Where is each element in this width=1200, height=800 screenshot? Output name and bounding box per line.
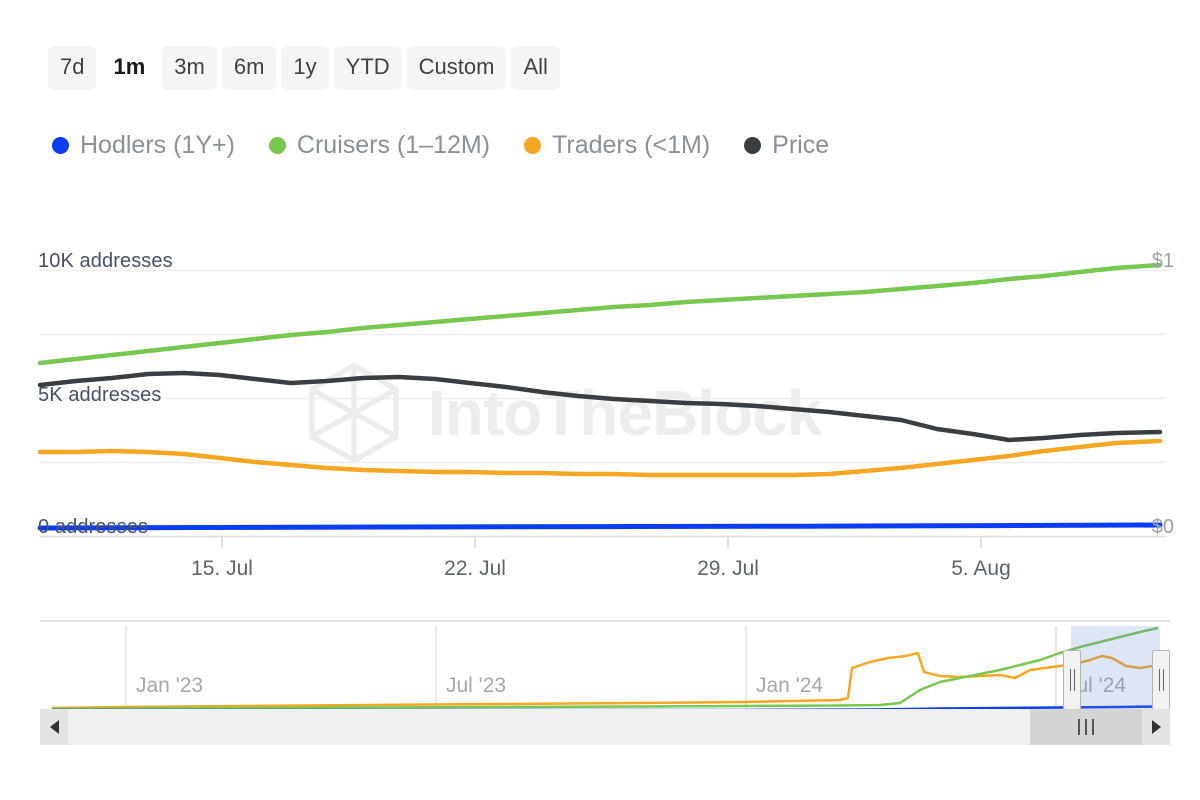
series-line-traders <box>40 441 1160 475</box>
x-axis-tick-22-jul: 22. Jul <box>444 557 506 581</box>
navigator-tick-jul-23: Jul '23 <box>446 674 506 698</box>
y-axis-label-10k: 10K addresses <box>38 250 173 273</box>
range-navigator[interactable]: Jan '23 Jul '23 Jan '24 Jul '24 <box>40 620 1170 712</box>
chart-app: 7d 1m 3m 6m 1y YTD Custom All Hodlers (1… <box>0 0 1200 800</box>
y2-axis-label-1: $1 <box>1152 250 1174 273</box>
y2-axis-label-0: $0 <box>1152 516 1174 539</box>
navigator-tick-jan-24: Jan '24 <box>756 674 823 698</box>
chevron-right-icon <box>1152 720 1161 734</box>
y-axis-label-5k: 5K addresses <box>38 384 162 407</box>
chevron-left-icon <box>50 720 59 734</box>
series-line-price <box>40 373 1160 440</box>
series-line-hodlers <box>40 525 1160 528</box>
series-line-cruisers <box>40 265 1160 363</box>
navigator-chart <box>40 620 1170 712</box>
navigator-tick-jan-23: Jan '23 <box>136 674 203 698</box>
navigator-selected-range[interactable] <box>1071 626 1160 712</box>
horizontal-scrollbar[interactable] <box>40 709 1170 745</box>
x-axis-tick-15-jul: 15. Jul <box>191 557 253 581</box>
x-axis-tick-29-jul: 29. Jul <box>697 557 759 581</box>
navigator-line-traders <box>52 653 1158 708</box>
navigator-line-cruisers <box>52 628 1158 709</box>
scrollbar-thumb[interactable] <box>1030 709 1142 745</box>
scrollbar-track[interactable] <box>68 709 1142 745</box>
scroll-right-button[interactable] <box>1142 709 1170 745</box>
navigator-handle-left[interactable] <box>1063 650 1081 710</box>
navigator-handle-right[interactable] <box>1152 650 1170 710</box>
x-axis-tick-5-aug: 5. Aug <box>951 557 1011 581</box>
scroll-left-button[interactable] <box>40 709 68 745</box>
y-axis-label-0: 0 addresses <box>38 516 148 539</box>
